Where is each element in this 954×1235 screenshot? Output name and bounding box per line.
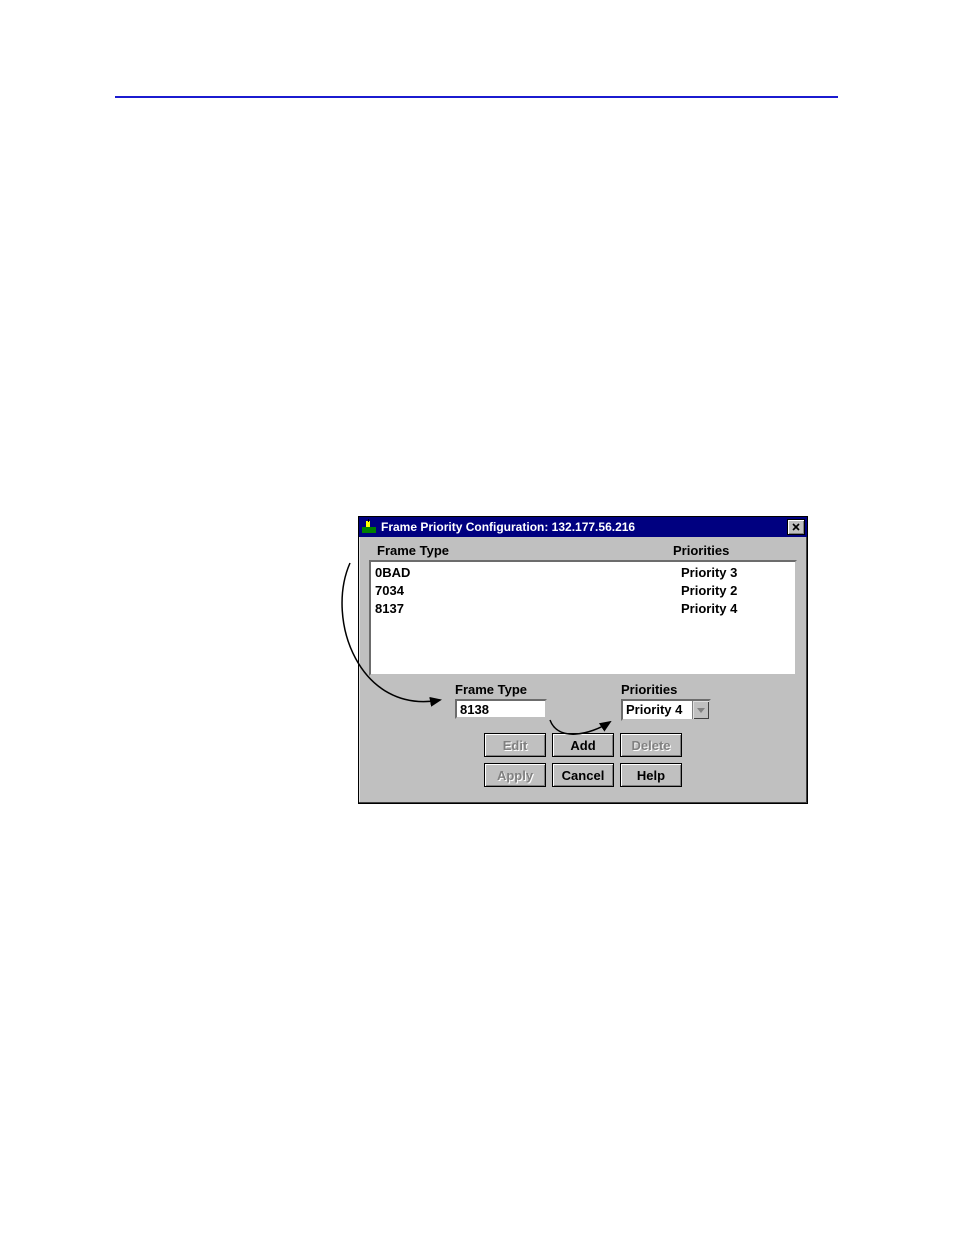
header-priorities: Priorities	[673, 543, 793, 558]
close-icon	[792, 523, 800, 531]
cell-priority: Priority 2	[681, 582, 791, 600]
cell-priority: Priority 3	[681, 564, 791, 582]
cell-frame-type: 0BAD	[375, 564, 681, 582]
help-button[interactable]: Help	[620, 763, 682, 787]
edit-row: Frame Type Priorities Priority 4	[367, 682, 799, 721]
frame-type-list[interactable]: 0BAD Priority 3 7034 Priority 2 8137 Pri…	[369, 560, 797, 676]
button-row-1: Edit Add Delete	[367, 733, 799, 757]
page: Frame Priority Configuration: 132.177.56…	[0, 0, 954, 1235]
frame-priority-dialog: Frame Priority Configuration: 132.177.56…	[358, 516, 808, 804]
cell-frame-type: 8137	[375, 600, 681, 618]
add-button[interactable]: Add	[552, 733, 614, 757]
priorities-label: Priorities	[621, 682, 677, 697]
priorities-edit-group: Priorities Priority 4	[621, 682, 711, 721]
horizontal-rule	[115, 96, 838, 98]
cancel-button[interactable]: Cancel	[552, 763, 614, 787]
frame-type-edit-group: Frame Type	[455, 682, 547, 721]
priorities-dropdown[interactable]: Priority 4	[621, 699, 711, 721]
app-icon	[361, 519, 377, 535]
edit-button[interactable]: Edit	[484, 733, 546, 757]
list-row[interactable]: 7034 Priority 2	[375, 582, 791, 600]
header-frame-type: Frame Type	[377, 543, 673, 558]
chevron-down-icon	[697, 706, 705, 714]
frame-type-label: Frame Type	[455, 682, 527, 697]
cell-priority: Priority 4	[681, 600, 791, 618]
window-title: Frame Priority Configuration: 132.177.56…	[381, 520, 787, 534]
button-row-2: Apply Cancel Help	[367, 763, 799, 787]
frame-type-input[interactable]	[455, 699, 547, 719]
delete-button[interactable]: Delete	[620, 733, 682, 757]
list-row[interactable]: 8137 Priority 4	[375, 600, 791, 618]
apply-button[interactable]: Apply	[484, 763, 546, 787]
dialog-client-area: Frame Type Priorities 0BAD Priority 3 70…	[359, 537, 807, 803]
button-rows: Edit Add Delete Apply Cancel Help	[367, 733, 799, 787]
cell-frame-type: 7034	[375, 582, 681, 600]
titlebar[interactable]: Frame Priority Configuration: 132.177.56…	[359, 517, 807, 537]
priorities-value: Priority 4	[623, 701, 692, 719]
dropdown-button[interactable]	[692, 701, 709, 719]
close-button[interactable]	[787, 519, 805, 535]
list-row[interactable]: 0BAD Priority 3	[375, 564, 791, 582]
list-headers: Frame Type Priorities	[367, 541, 799, 560]
